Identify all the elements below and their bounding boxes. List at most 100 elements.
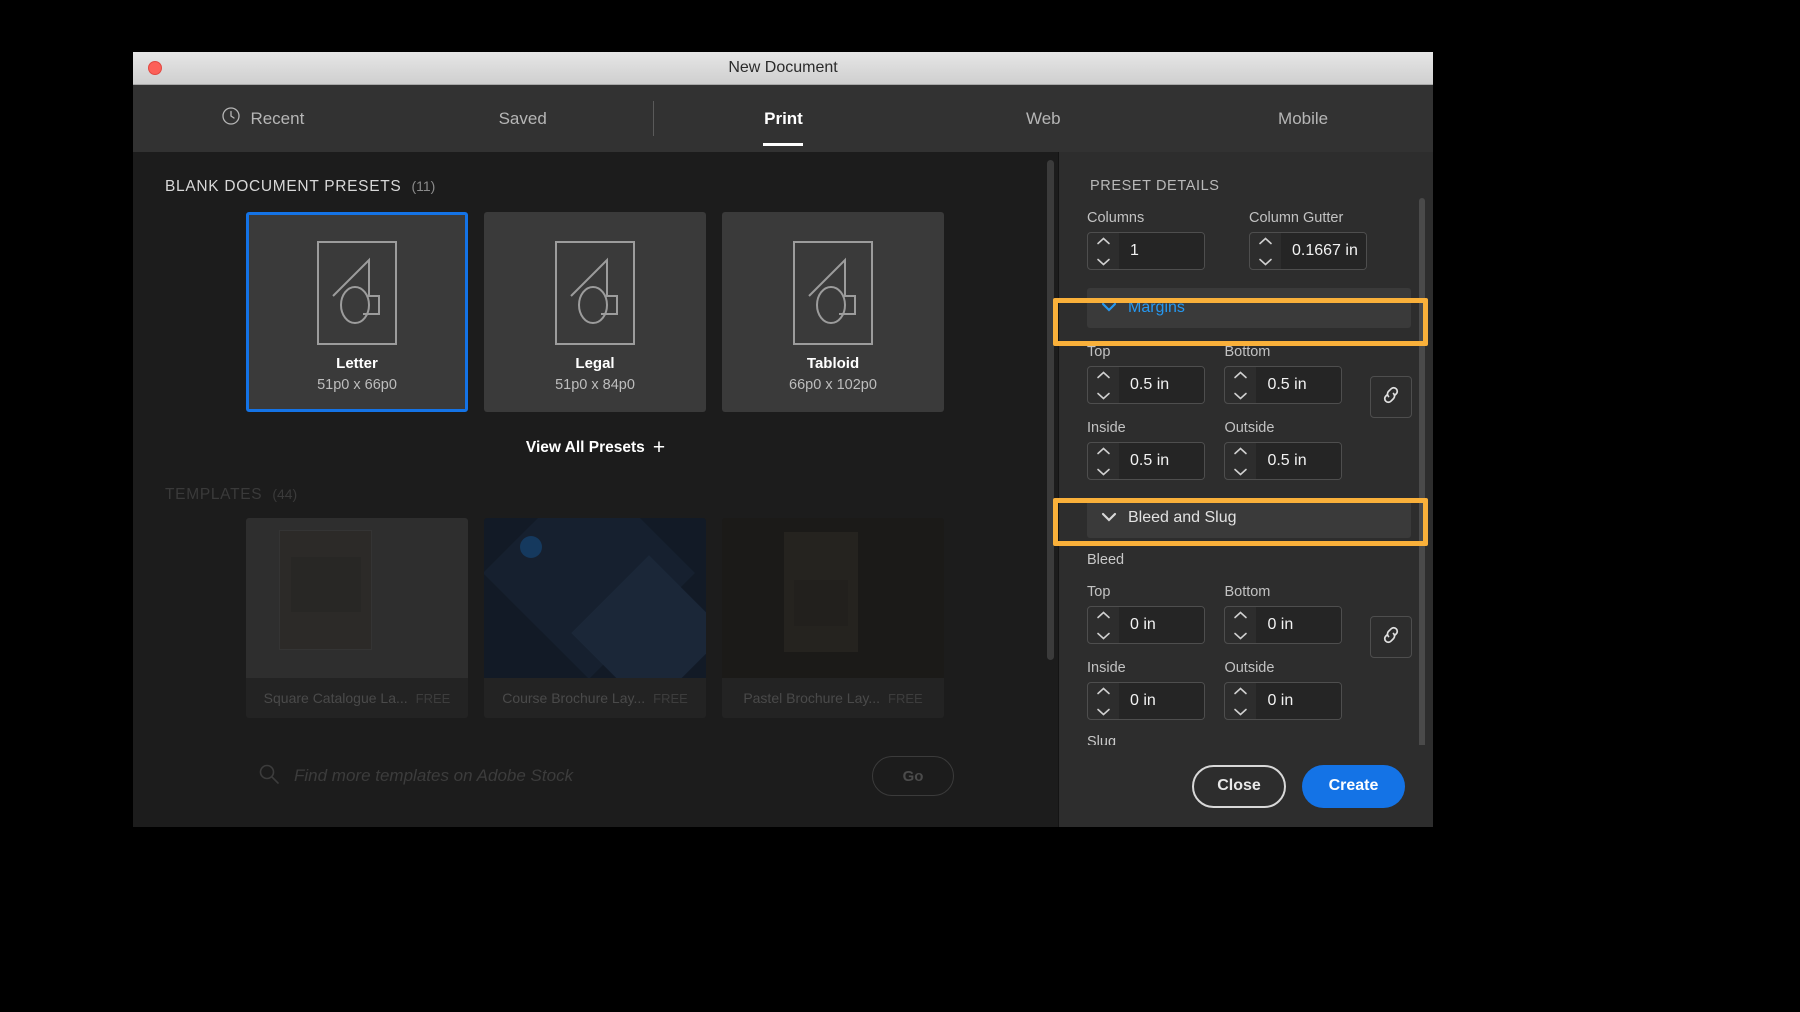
document-placeholder-icon <box>555 241 635 350</box>
bleed-top-stepper[interactable] <box>1087 606 1205 644</box>
preset-dims: 66p0 x 102p0 <box>789 377 877 393</box>
column-gutter-field: Column Gutter <box>1249 210 1411 270</box>
templates-title: TEMPLATES <box>165 486 263 503</box>
templates-count: (44) <box>272 486 298 502</box>
template-card[interactable]: Pastel Brochure Lay... FREE <box>722 518 944 718</box>
close-button[interactable]: Close <box>1192 764 1286 808</box>
margin-bottom-field: Bottom <box>1224 344 1361 404</box>
presets-scrollbar[interactable] <box>1047 160 1054 660</box>
chevron-down-icon <box>1096 463 1111 480</box>
columns-row: Columns Column Gutter <box>1087 210 1411 270</box>
chevron-down-icon <box>1101 299 1117 317</box>
margin-outside-input[interactable] <box>1256 443 1342 479</box>
category-tabbar: Recent Saved Print Web Mobile <box>133 85 1433 152</box>
bleed-bottom-label: Bottom <box>1224 584 1271 600</box>
bleed-bottom-stepper[interactable] <box>1224 606 1343 644</box>
margin-top-input[interactable] <box>1119 367 1204 403</box>
chevron-up-icon <box>1096 367 1111 384</box>
stepper-arrows[interactable] <box>1088 683 1119 719</box>
preset-details-scroll: PRESET DETAILS Columns 1 Column Gutter 0… <box>1059 152 1433 745</box>
bleed-outside-stepper[interactable] <box>1224 682 1343 720</box>
preset-dims: 51p0 x 66p0 <box>317 377 397 393</box>
chevron-up-icon <box>1096 683 1111 700</box>
column-gutter-stepper[interactable] <box>1249 232 1367 270</box>
template-card[interactable]: Square Catalogue La... FREE <box>246 518 468 718</box>
tab-recent[interactable]: Recent <box>133 85 393 152</box>
preset-card-legal[interactable]: Legal 51p0 x 84p0 <box>484 212 706 412</box>
preset-card-tabloid[interactable]: Tabloid 66p0 x 102p0 <box>722 212 944 412</box>
create-button[interactable]: Create <box>1302 764 1405 808</box>
margins-link-holder <box>1362 344 1412 418</box>
stock-search-input[interactable] <box>294 766 872 786</box>
preset-card-letter[interactable]: Letter 51p0 x 66p0 <box>246 212 468 412</box>
stepper-arrows[interactable] <box>1225 443 1256 479</box>
bleed-top-label: Top <box>1087 584 1111 600</box>
stepper-arrows[interactable] <box>1250 233 1281 269</box>
window-titlebar: New Document <box>133 52 1433 85</box>
margin-bottom-input[interactable] <box>1256 367 1342 403</box>
stepper-arrows[interactable] <box>1088 233 1119 269</box>
columns-field: Columns <box>1087 210 1249 270</box>
margin-inside-input[interactable] <box>1119 443 1204 479</box>
tab-web[interactable]: Web <box>913 85 1173 152</box>
new-document-dialog: New Document Recent Saved Print Web Mobi… <box>133 52 1433 827</box>
bleed-top-bottom-row: Top Bottom <box>1087 584 1412 658</box>
column-gutter-input[interactable] <box>1281 233 1366 269</box>
templates-heading: TEMPLATES (44) <box>133 460 1058 504</box>
blank-presets-title: BLANK DOCUMENT PRESETS <box>165 178 402 195</box>
template-card-row: Square Catalogue La... FREE Course Broch… <box>133 504 1058 718</box>
bleed-link-holder <box>1362 584 1412 658</box>
margin-outside-stepper[interactable] <box>1224 442 1343 480</box>
chevron-down-icon <box>1233 463 1248 480</box>
columns-input[interactable] <box>1119 233 1204 269</box>
stepper-arrows[interactable] <box>1088 443 1119 479</box>
chevron-up-icon <box>1233 683 1248 700</box>
preset-card-row: Letter 51p0 x 66p0 Legal 51p0 x 84p0 Tab… <box>133 196 1058 412</box>
margin-inside-field: Inside <box>1087 420 1224 480</box>
stepper-arrows[interactable] <box>1225 367 1256 403</box>
tab-print[interactable]: Print <box>654 85 914 152</box>
tab-mobile[interactable]: Mobile <box>1173 85 1433 152</box>
chevron-down-icon <box>1096 387 1111 404</box>
margin-inside-label: Inside <box>1087 420 1126 436</box>
margins-link-toggle[interactable] <box>1369 376 1412 418</box>
tab-saved[interactable]: Saved <box>393 85 653 152</box>
preset-details-scrollbar[interactable] <box>1419 198 1425 760</box>
bleed-inside-stepper[interactable] <box>1087 682 1205 720</box>
bleed-top-input[interactable] <box>1119 607 1204 643</box>
tab-saved-label: Saved <box>498 108 547 128</box>
stepper-arrows[interactable] <box>1225 607 1256 643</box>
bleed-link-toggle[interactable] <box>1369 616 1412 658</box>
clock-icon <box>221 106 241 131</box>
bleed-bottom-input[interactable] <box>1256 607 1342 643</box>
margin-inside-stepper[interactable] <box>1087 442 1205 480</box>
chevron-up-icon <box>1233 607 1248 624</box>
template-card[interactable]: Course Brochure Lay... FREE <box>484 518 706 718</box>
bleed-inside-label: Inside <box>1087 660 1126 676</box>
bleed-inside-field: Inside <box>1087 660 1224 720</box>
template-thumbnail <box>484 518 706 678</box>
margin-bottom-stepper[interactable] <box>1224 366 1343 404</box>
chevron-up-icon <box>1096 443 1111 460</box>
bleed-inside-input[interactable] <box>1119 683 1204 719</box>
chevron-down-icon <box>1233 703 1248 720</box>
stepper-arrows[interactable] <box>1088 367 1119 403</box>
bleed-outside-input[interactable] <box>1256 683 1342 719</box>
margin-top-stepper[interactable] <box>1087 366 1205 404</box>
view-all-presets-label: View All Presets <box>525 439 645 456</box>
stepper-arrows[interactable] <box>1225 683 1256 719</box>
stock-search-go-button[interactable]: Go <box>872 756 954 796</box>
stepper-arrows[interactable] <box>1088 607 1119 643</box>
template-caption: Pastel Brochure Lay... FREE <box>722 678 944 718</box>
chevron-down-icon <box>1233 387 1248 404</box>
view-all-presets-link[interactable]: View All Presets + <box>133 436 1058 460</box>
chevron-up-icon <box>1233 367 1248 384</box>
columns-label: Columns <box>1087 210 1145 226</box>
bleed-and-slug-section-header[interactable]: Bleed and Slug <box>1087 498 1411 538</box>
dialog-body: BLANK DOCUMENT PRESETS (11) Letter 51p0 … <box>133 152 1433 827</box>
preset-name: Letter <box>336 355 378 372</box>
columns-stepper[interactable] <box>1087 232 1205 270</box>
margins-section-header[interactable]: Margins <box>1087 288 1411 328</box>
margin-bottom-label: Bottom <box>1224 344 1271 360</box>
bleed-group-label: Bleed <box>1087 552 1125 568</box>
